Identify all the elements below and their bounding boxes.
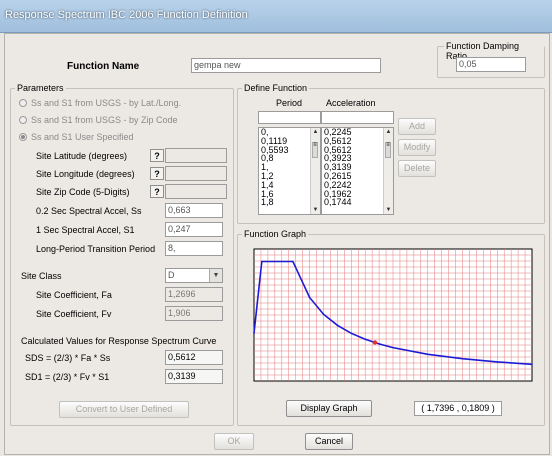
- s1-input[interactable]: 0,247: [165, 222, 223, 237]
- help-longitude-button[interactable]: ?: [150, 167, 164, 180]
- fv-label: Site Coefficient, Fv: [36, 309, 112, 319]
- add-button[interactable]: Add: [398, 118, 436, 135]
- sd1-value: 0,3139: [165, 369, 223, 384]
- ok-button[interactable]: OK: [214, 433, 254, 450]
- window-title: Response Spectrum IBC 2006 Function Defi…: [5, 9, 248, 21]
- period-scrollbar[interactable]: ▲ ≡ ▼: [310, 128, 320, 214]
- radio-user-specified[interactable]: [19, 133, 27, 141]
- fa-label: Site Coefficient, Fa: [36, 290, 112, 300]
- damping-group: Function Damping Ratio 0,05: [437, 41, 545, 78]
- chart-data-point: [292, 260, 294, 263]
- tl-input[interactable]: 8,: [165, 241, 223, 256]
- radio-user-specified-label: Ss and S1 User Specified: [31, 132, 134, 142]
- ss-input[interactable]: 0,663: [165, 203, 223, 218]
- site-longitude-input[interactable]: [165, 166, 227, 181]
- fv-value: 1,906: [165, 306, 223, 321]
- site-latitude-label: Site Latitude (degrees): [36, 151, 128, 161]
- chart-data-point: [426, 353, 429, 356]
- chart-data-point: [322, 313, 325, 315]
- acceleration-header: Acceleration: [326, 98, 376, 108]
- radio-usgs-zip-label: Ss and S1 from USGS - by Zip Code: [31, 115, 178, 125]
- site-latitude-input[interactable]: [165, 148, 227, 163]
- sd1-label: SD1 = (2/3) * Fv * S1: [25, 372, 110, 382]
- chart-cursor-marker: [372, 340, 378, 345]
- sds-value: 0,5612: [165, 350, 223, 365]
- chevron-down-icon[interactable]: ▼: [209, 269, 222, 282]
- modify-button[interactable]: Modify: [398, 139, 436, 156]
- s1-label: 1 Sec Spectral Accel, S1: [36, 225, 135, 235]
- chart-data-point: [350, 332, 353, 335]
- acceleration-list[interactable]: 0,2245 0,5612 0,5612 0,3923 0,3139 0,2615 0,22…: [321, 127, 394, 215]
- define-function-group: Define Function Period Acceleration 0, 0,…: [237, 83, 545, 224]
- function-graph-label: Function Graph: [242, 229, 309, 239]
- cancel-button[interactable]: Cancel: [305, 433, 353, 450]
- chart-data-point: [336, 324, 339, 327]
- scroll-up-icon[interactable]: ▲: [311, 128, 320, 136]
- chart-data-point: [392, 346, 394, 349]
- tl-label: Long-Period Transition Period: [36, 244, 156, 254]
- parameters-group: Parameters Ss and S1 from USGS - by Lat.…: [10, 83, 234, 426]
- chart-data-point: [364, 338, 366, 341]
- site-zip-label: Site Zip Code (5-Digits): [36, 187, 130, 197]
- acceleration-input[interactable]: [321, 111, 394, 124]
- scroll-down-icon[interactable]: ▼: [311, 206, 320, 214]
- period-list[interactable]: 0, 0,1119 0,5593 0,8 1, 1,2 1,4 1,6 1,8 ▲ ≡ ▼: [258, 127, 321, 215]
- chart-data-point: [308, 296, 311, 299]
- site-zip-input[interactable]: [165, 184, 227, 199]
- display-graph-button[interactable]: Display Graph: [286, 400, 372, 417]
- coordinate-readout: ( 1,7396 , 0,1809 ): [414, 401, 502, 416]
- chart-data-point: [496, 361, 499, 363]
- help-zip-button[interactable]: ?: [150, 185, 164, 198]
- response-spectrum-chart[interactable]: [250, 245, 536, 385]
- chart-data-point: [461, 357, 464, 360]
- site-longitude-label: Site Longitude (degrees): [36, 169, 135, 179]
- calc-values-label: Calculated Values for Response Spectrum …: [21, 336, 217, 346]
- damping-input[interactable]: 0,05: [456, 57, 526, 72]
- define-function-label: Define Function: [242, 83, 310, 93]
- radio-usgs-zip[interactable]: [19, 116, 27, 124]
- site-class-value: D: [168, 270, 175, 280]
- sds-label: SDS = (2/3) * Fa * Ss: [25, 353, 111, 363]
- chart-data-point: [378, 343, 380, 345]
- function-name-label: Function Name: [67, 61, 140, 72]
- parameters-label: Parameters: [15, 83, 66, 93]
- radio-usgs-latlong-label: Ss and S1 from USGS - by Lat./Long.: [31, 98, 182, 108]
- convert-user-defined-button[interactable]: Convert to User Defined: [59, 401, 189, 418]
- scroll-thumb[interactable]: ≡: [312, 142, 318, 158]
- acceleration-scrollbar[interactable]: ▲ ≡ ▼: [383, 128, 393, 214]
- function-graph-group: Function Graph Display Graph ( 1,7396 , …: [237, 229, 545, 426]
- scroll-thumb[interactable]: ≡: [385, 142, 391, 158]
- period-header: Period: [276, 98, 303, 108]
- ss-label: 0.2 Sec Spectral Accel, Ss: [36, 206, 142, 216]
- dialog-body: Function Name gempa new Function Damping…: [4, 33, 550, 455]
- chart-data-point: [260, 260, 263, 263]
- scroll-down-icon[interactable]: ▼: [384, 206, 393, 214]
- dialog-window: Response Spectrum IBC 2006 Function Defi…: [0, 0, 552, 456]
- scroll-up-icon[interactable]: ▲: [384, 128, 393, 136]
- title-bar[interactable]: Response Spectrum IBC 2006 Function Defi…: [0, 0, 552, 33]
- site-class-label: Site Class: [21, 271, 62, 281]
- delete-button[interactable]: Delete: [398, 160, 436, 177]
- period-input[interactable]: [258, 111, 321, 124]
- chart-data-point: [253, 332, 255, 335]
- function-name-input[interactable]: gempa new: [191, 58, 381, 73]
- site-class-select[interactable]: D ▼: [165, 268, 223, 283]
- chart-data-point: [531, 363, 533, 366]
- radio-usgs-latlong[interactable]: [19, 99, 27, 107]
- fa-value: 1,2696: [165, 287, 223, 302]
- help-latitude-button[interactable]: ?: [150, 149, 164, 162]
